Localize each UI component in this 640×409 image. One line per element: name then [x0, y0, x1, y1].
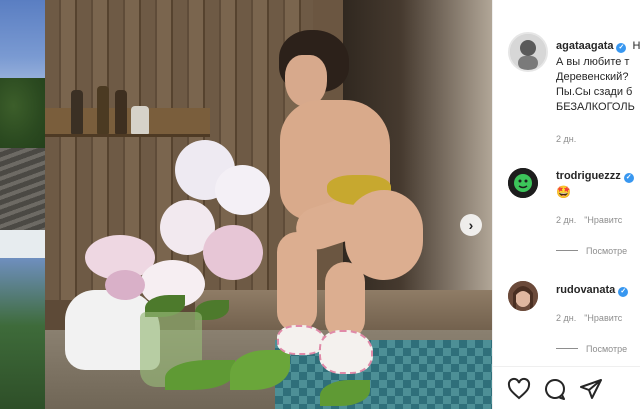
comment-icon[interactable]	[543, 377, 567, 401]
comment-like-link[interactable]: "Нравитс	[584, 215, 622, 225]
comment-text: 🤩	[556, 185, 571, 199]
avatar-image	[508, 281, 538, 311]
caption-line: Н	[632, 40, 640, 52]
post-photo[interactable]: ›	[45, 0, 492, 409]
lilac-flower	[203, 225, 263, 280]
lilac-flower	[105, 270, 145, 300]
bottle	[115, 90, 127, 134]
next-photo-button[interactable]: ›	[460, 214, 482, 236]
commenter-avatar[interactable]	[508, 281, 538, 311]
leg	[325, 262, 365, 340]
chevron-right-icon: ›	[468, 217, 474, 233]
comment-meta: 2 дн. "Нравитс	[556, 215, 622, 225]
comment-timestamp[interactable]: 2 дн.	[556, 313, 576, 323]
shelf	[45, 86, 210, 137]
crocs-shoe	[319, 330, 373, 374]
view-replies-link[interactable]: Посмотре	[556, 344, 627, 354]
leg	[277, 232, 317, 332]
comment-like-link[interactable]: "Нравитс	[584, 313, 622, 323]
caption-line: БЕЗАЛКОГОЛЬ	[556, 101, 635, 113]
crocs-shoe	[277, 325, 325, 355]
previous-post-preview[interactable]	[0, 0, 45, 409]
comment-meta: 2 дн. "Нравитс	[556, 313, 622, 323]
caption-line: Пы.Сы сзади б	[556, 86, 633, 98]
verified-icon: ✓	[623, 173, 634, 183]
verified-icon: ✓	[618, 287, 629, 297]
verified-icon: ✓	[616, 43, 627, 53]
comment-timestamp[interactable]: 2 дн.	[556, 215, 576, 225]
commenter-avatar[interactable]	[508, 168, 538, 198]
heart-icon[interactable]	[507, 377, 531, 401]
comments-panel: agataagata ✓ Н А вы любите т Деревенский?…	[492, 0, 640, 409]
lilac-flower	[215, 165, 270, 215]
avatar-image	[508, 168, 538, 198]
post-timestamp[interactable]: 2 дн.	[556, 134, 576, 144]
author-username[interactable]: agataagata ✓ Н	[556, 40, 640, 53]
author-avatar[interactable]	[508, 32, 548, 72]
share-icon[interactable]	[579, 377, 603, 401]
comment-username[interactable]: rudovanata ✓	[556, 284, 629, 297]
bottle	[71, 90, 83, 134]
avatar-image	[510, 34, 546, 70]
bottle	[97, 86, 109, 134]
bottle	[131, 106, 149, 134]
caption-line: Деревенский?	[556, 71, 629, 83]
post-actions-bar	[493, 366, 640, 409]
caption-line: А вы любите т	[556, 56, 630, 68]
view-replies-link[interactable]: Посмотре	[556, 246, 627, 256]
comment-username[interactable]: trodriguezzz ✓	[556, 170, 634, 183]
